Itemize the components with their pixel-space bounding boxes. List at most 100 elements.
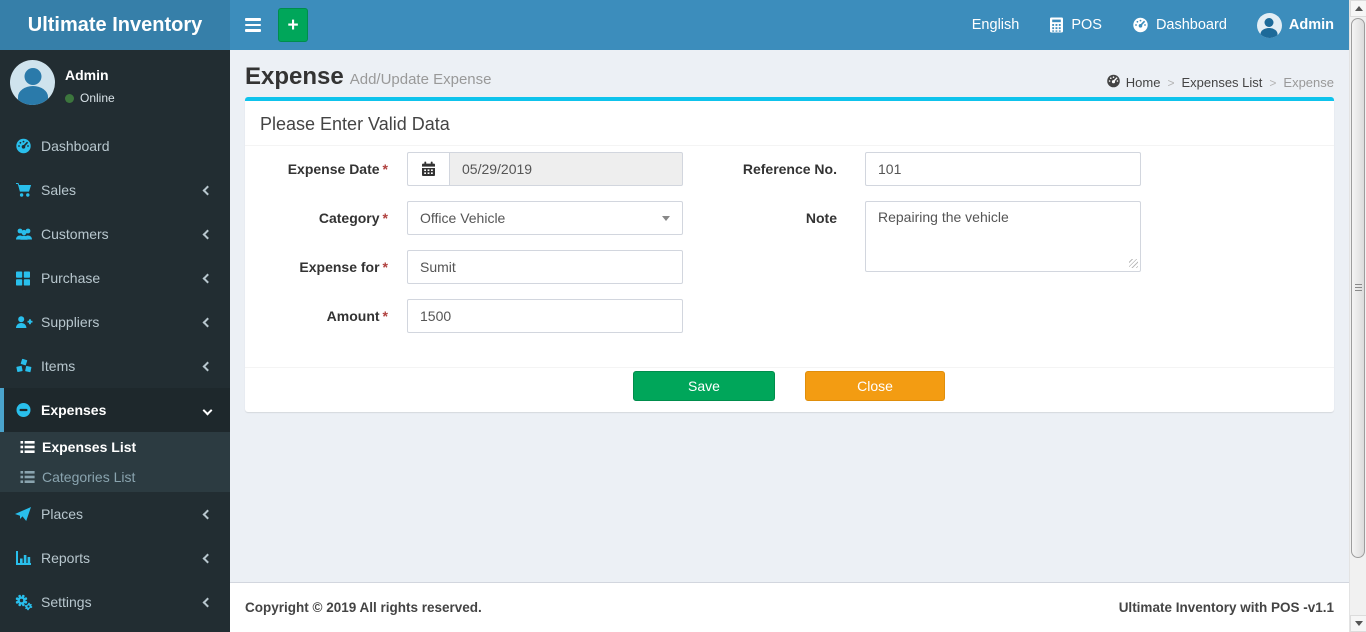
footer-copyright: Copyright © 2019 All rights reserved.	[245, 600, 482, 615]
home-gauge-icon	[1106, 74, 1121, 91]
sidebar-item-dashboard[interactable]: Dashboard	[0, 124, 230, 168]
page-title-text: Expense	[245, 63, 344, 90]
minus-circle-icon	[15, 402, 41, 418]
expenses-submenu: Expenses List Categories List	[0, 432, 230, 492]
chevron-left-icon	[202, 509, 213, 519]
sidebar-item-label: Reports	[41, 550, 91, 566]
sidebar-user-panel: Admin Online	[0, 50, 230, 115]
nav-pos[interactable]: POS	[1034, 0, 1117, 50]
gauge-icon	[15, 138, 41, 154]
sidebar-item-label: Dashboard	[41, 138, 110, 154]
breadcrumb-current: Expense	[1283, 75, 1334, 90]
sidebar-user-status[interactable]: Online	[65, 91, 115, 105]
expense-date-input-group	[407, 152, 683, 186]
scroll-up-button[interactable]	[1350, 0, 1366, 17]
category-label-text: Category	[318, 210, 380, 226]
nav-user-label: Admin	[1288, 17, 1334, 33]
sidebar-item-items[interactable]: Items	[0, 344, 230, 388]
sidebar-toggle-button[interactable]	[230, 0, 276, 50]
footer-version: Ultimate Inventory with POS -v1.1	[1118, 600, 1334, 615]
scroll-up-arrow-icon	[1354, 6, 1363, 11]
sidebar-item-label: Expenses	[41, 402, 107, 418]
top-navbar: + English POS Dashboard Admin	[230, 0, 1349, 50]
chevron-left-icon	[202, 273, 213, 283]
amount-label-text: Amount	[326, 308, 380, 324]
breadcrumb-home-label: Home	[1125, 75, 1161, 90]
sidebar-item-suppliers[interactable]: Suppliers	[0, 300, 230, 344]
chevron-left-icon	[202, 317, 213, 327]
sidebar-item-purchase[interactable]: Purchase	[0, 256, 230, 300]
chevron-left-icon	[202, 229, 213, 239]
brand-logo[interactable]: Ultimate Inventory	[0, 0, 230, 50]
sidebar-item-sales[interactable]: Sales	[0, 168, 230, 212]
grid-icon	[15, 270, 41, 286]
nav-language-label: English	[971, 17, 1020, 33]
nav-dashboard-label: Dashboard	[1155, 17, 1227, 33]
page-subtitle: Add/Update Expense	[349, 71, 492, 88]
sidebar-item-label: Suppliers	[41, 314, 100, 330]
category-selected-value: Office Vehicle	[420, 210, 506, 226]
form-box-title: Please Enter Valid Data	[260, 114, 450, 134]
chevron-left-icon	[202, 361, 213, 371]
breadcrumb: Home > Expenses List > Expense	[1106, 74, 1334, 91]
scroll-down-button[interactable]	[1350, 615, 1366, 632]
expense-for-label-text: Expense for	[299, 259, 380, 275]
category-select[interactable]: Office Vehicle	[407, 201, 683, 235]
expense-for-label: Expense for *	[260, 250, 388, 284]
quick-add-button[interactable]: +	[278, 8, 308, 42]
chevron-left-icon	[202, 185, 213, 195]
sidebar-item-expenses[interactable]: Expenses	[0, 388, 230, 432]
note-label: Note	[685, 201, 837, 235]
note-textarea[interactable]: Repairing the vehicle	[865, 201, 1141, 272]
content-header: Expense Add/Update Expense Home > Expense…	[230, 50, 1349, 97]
top-header: Ultimate Inventory + English POS Dashboa…	[0, 0, 1349, 50]
nav-user-menu[interactable]: Admin	[1242, 0, 1349, 50]
app-screen: Ultimate Inventory + English POS Dashboa…	[0, 0, 1366, 632]
close-button[interactable]: Close	[805, 371, 945, 401]
sidebar-item-label: Purchase	[41, 270, 101, 286]
amount-input[interactable]	[407, 299, 683, 333]
sidebar-item-label: Sales	[41, 182, 77, 198]
breadcrumb-home[interactable]: Home	[1106, 74, 1161, 91]
bar-chart-icon	[15, 550, 41, 566]
online-status-label: Online	[80, 91, 115, 105]
sidebar-item-partially-visible[interactable]	[0, 624, 230, 632]
sidebar-item-settings[interactable]: Settings	[0, 580, 230, 624]
required-marker: *	[382, 308, 388, 324]
breadcrumb-expenses-list[interactable]: Expenses List	[1181, 75, 1262, 90]
chevron-left-icon	[202, 597, 213, 607]
sidebar: Admin Online Dashboard Sales Customers P…	[0, 50, 230, 632]
textarea-resize-handle-icon[interactable]	[1129, 259, 1138, 268]
paper-plane-icon	[15, 506, 41, 522]
expense-for-input[interactable]	[407, 250, 683, 284]
user-plus-icon	[15, 314, 41, 330]
sidebar-menu: Dashboard Sales Customers Purchase Suppl…	[0, 124, 230, 632]
chevron-down-icon	[202, 405, 213, 415]
required-marker: *	[382, 210, 388, 226]
expense-date-label-text: Expense Date	[287, 161, 380, 177]
vertical-scrollbar[interactable]	[1349, 0, 1366, 632]
reference-no-input[interactable]	[865, 152, 1141, 186]
expense-date-input[interactable]	[449, 152, 683, 186]
gears-icon	[15, 594, 41, 611]
sidebar-subitem-label: Categories List	[42, 469, 136, 485]
sidebar-item-reports[interactable]: Reports	[0, 536, 230, 580]
content-area: Expense Add/Update Expense Home > Expense…	[230, 50, 1349, 582]
save-button[interactable]: Save	[633, 371, 775, 401]
nav-dashboard[interactable]: Dashboard	[1117, 0, 1242, 50]
sidebar-subitem-label: Expenses List	[42, 439, 137, 455]
sidebar-item-places[interactable]: Places	[0, 492, 230, 536]
breadcrumb-separator: >	[1269, 75, 1277, 90]
nav-language[interactable]: English	[957, 0, 1035, 50]
cubes-icon	[15, 358, 41, 374]
sidebar-subitem-expenses-list[interactable]: Expenses List	[0, 432, 230, 462]
hamburger-icon	[245, 18, 261, 32]
form-footer-divider	[245, 367, 1334, 368]
form-box-header: Please Enter Valid Data	[245, 101, 1334, 146]
scrollbar-thumb[interactable]	[1351, 18, 1365, 558]
sidebar-subitem-categories-list[interactable]: Categories List	[0, 462, 230, 492]
breadcrumb-separator: >	[1167, 75, 1175, 90]
calendar-icon[interactable]	[407, 152, 449, 186]
online-status-icon	[65, 93, 74, 103]
sidebar-item-customers[interactable]: Customers	[0, 212, 230, 256]
